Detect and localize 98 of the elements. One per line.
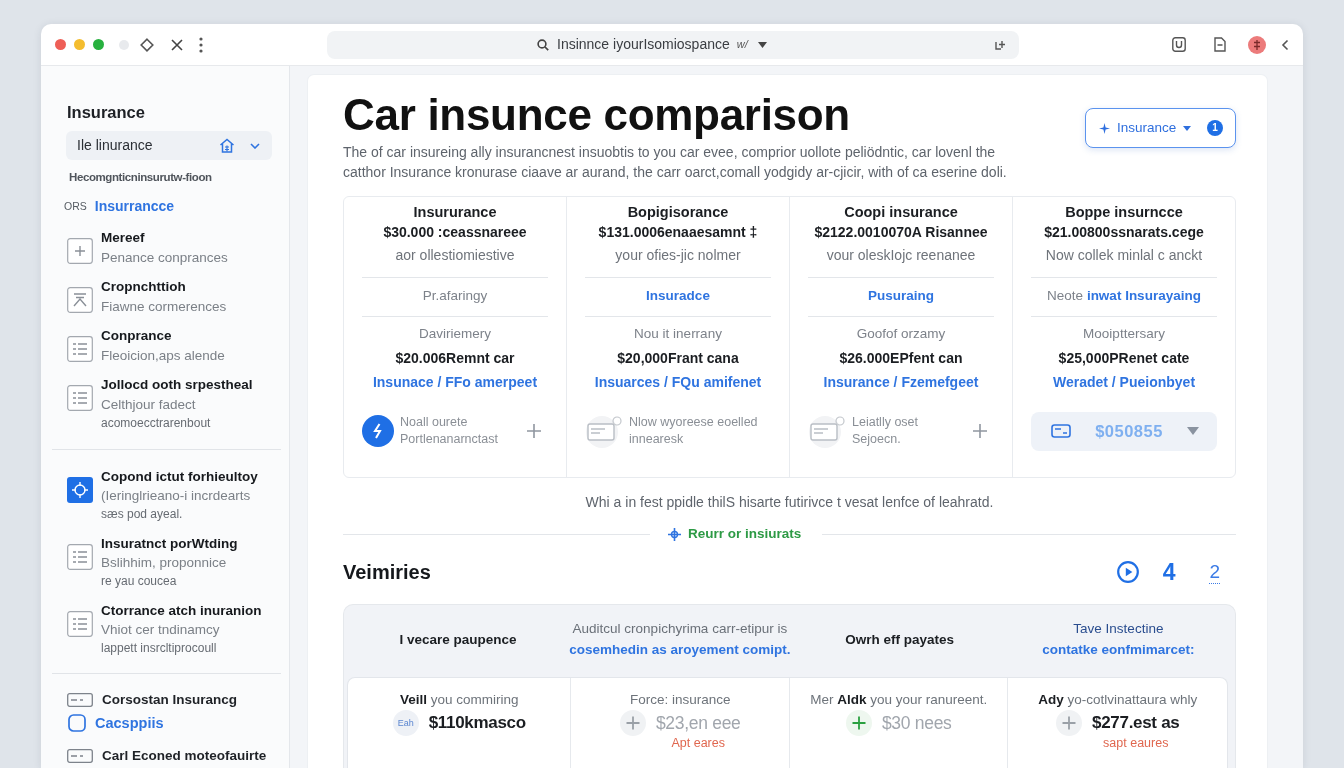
sidebar-item[interactable]: Corsostan Insurancg bbox=[67, 691, 281, 709]
comparison-note: Whi a in fest ppidle thilS hisarte futirivce t vesat lenfce of leahratd. bbox=[584, 493, 995, 512]
plan-label: Nou it inerrany bbox=[633, 325, 723, 343]
cell-caption: Veill you commiring bbox=[398, 691, 520, 709]
plan-subtitle: aor ollestiomiestive bbox=[394, 246, 516, 265]
caret-icon bbox=[1183, 125, 1192, 131]
page-title: Car insunce comparison bbox=[343, 91, 850, 139]
plan-label: Mooipttersary bbox=[1082, 325, 1166, 343]
page-number[interactable]: 2 bbox=[1209, 560, 1220, 584]
count-badge: 1 bbox=[1207, 120, 1223, 136]
add-icon[interactable] bbox=[994, 38, 1006, 51]
cell-price: $30 nees bbox=[881, 712, 952, 735]
chevron-down-icon bbox=[250, 142, 260, 149]
column-caption: Auditcul cronpichyrima carr-etipur is bbox=[571, 620, 789, 638]
cell-caption: Mer Aldk you your ranureent. bbox=[809, 691, 989, 709]
plan-label: Daviriemery bbox=[418, 325, 492, 343]
cell-note: Apt eares bbox=[670, 736, 726, 750]
search-icon bbox=[537, 38, 549, 51]
plan-footer-note: Leiatlly oset Sejoecn. bbox=[852, 414, 918, 448]
plan-amount: $20.006Remnt car bbox=[394, 349, 516, 368]
sidebar-item[interactable]: Carl Econed moteofauirte bbox=[67, 747, 281, 765]
sidebar-item[interactable]: Copond ictut forhieultoy (Ieringlrieano-i incrdearts sæs pod ayeal. bbox=[67, 467, 281, 524]
more-icon[interactable] bbox=[199, 36, 203, 53]
plan-title: Coopi insurance bbox=[843, 203, 959, 222]
cell-price: $277.est as bbox=[1092, 712, 1180, 734]
review-link[interactable]: Reurr or insiurats bbox=[668, 523, 802, 545]
plan-label: Goofof orzamy bbox=[855, 325, 947, 343]
cell-caption: Force: insurance bbox=[628, 691, 732, 709]
column-heading: I vecare paupence bbox=[398, 630, 518, 649]
address-field[interactable]: Insinnce iyourIsomiospance w/ bbox=[327, 30, 1019, 59]
plan-footer-note: Noall ourete Portlenanarnctast bbox=[400, 414, 498, 448]
cell-caption: Ady yo-cotlvinattaura whly bbox=[1037, 691, 1199, 709]
column-link[interactable]: cosemhedin as aroyement comipt. bbox=[569, 639, 791, 660]
insurance-filter-button[interactable]: Insurance 1 bbox=[1085, 108, 1236, 148]
close-icon[interactable] bbox=[171, 38, 183, 51]
sidebar-item[interactable]: Mereef Penance conprances bbox=[67, 228, 281, 267]
column-heading: Owrh eff payates bbox=[844, 630, 956, 649]
sidebar-link[interactable]: Cacsppiis bbox=[68, 714, 281, 732]
section-title: Veimiries bbox=[343, 560, 431, 585]
document-icon[interactable] bbox=[1214, 37, 1226, 52]
card-icon bbox=[67, 693, 93, 707]
sidebar-item[interactable]: Insuratnct porWtding Bslihhim, proponnice re yau coucea bbox=[67, 534, 281, 591]
sidebar-item[interactable]: Jollocd ooth srpestheal Celthjour fadect acomoecctrarenbout bbox=[67, 375, 281, 433]
cell-price: $110kmasco bbox=[428, 712, 526, 734]
play-icon[interactable] bbox=[1116, 561, 1139, 583]
plan-link[interactable]: Insunace / FFo amerpeet bbox=[372, 371, 538, 393]
logo-badge: Eah bbox=[392, 710, 419, 736]
sidebar-item[interactable]: Conprance Fleoicion,aps alende bbox=[67, 326, 281, 365]
page-description: The of car insureing ally insurancnest insuobtis to you car evee, comprior uollote peliödntic, car lovenl the catthor Insurance kronurase ciaave ar aurand, the carr oarct,comall yodgidy ar-cjicir, with of ca eserine doli. bbox=[343, 143, 1008, 182]
plan-link[interactable]: Insuarces / FQu amifenet bbox=[594, 371, 762, 393]
column-heading: Tave Instectine bbox=[1072, 620, 1165, 638]
sparkle-icon bbox=[668, 527, 681, 541]
sidebar-item[interactable]: Cropnchttioh Fiawne cormerences bbox=[67, 277, 281, 316]
close-control-icon[interactable] bbox=[55, 39, 66, 50]
plan-price: $21.00800ssnarats.cege bbox=[1043, 223, 1205, 242]
feature-link[interactable]: Pusuraing bbox=[868, 288, 934, 303]
insurance-select[interactable]: Ile linurance bbox=[66, 131, 272, 160]
plan-footer-note: Nlow wyoreese eoelled innearesk bbox=[629, 414, 758, 448]
house-icon bbox=[219, 138, 235, 153]
section-link[interactable]: Insurrancce bbox=[94, 196, 175, 216]
feature-link[interactable]: Insuradce bbox=[646, 288, 710, 303]
plan-link[interactable]: Weradet / Pueionbyet bbox=[1052, 371, 1196, 393]
sparkle-icon bbox=[1099, 122, 1110, 134]
plan-link[interactable]: Insurance / Fzemefgeet bbox=[823, 371, 979, 393]
card-icon bbox=[67, 749, 93, 763]
plan-subtitle: your ofies-jic nolmer bbox=[614, 246, 742, 265]
plan-title: Bopigisorance bbox=[626, 203, 730, 222]
plan-price: $2122.0010070A Risannee bbox=[813, 223, 989, 242]
add-icon[interactable] bbox=[845, 710, 872, 736]
plan-title: Insururance bbox=[412, 203, 498, 222]
caret-icon bbox=[1187, 427, 1199, 435]
plan-title: Boppe insurncce bbox=[1064, 203, 1184, 222]
feature-label: Neote bbox=[1047, 288, 1084, 303]
column-link[interactable]: contatke eonfmimarcet: bbox=[1008, 639, 1228, 660]
plan-price: $131.0006enaaesamnt ‡ bbox=[597, 223, 759, 242]
plan-amount: $26.000EPfent can bbox=[838, 349, 964, 368]
pocket-icon[interactable] bbox=[1172, 37, 1186, 52]
maximize-control-icon[interactable] bbox=[93, 39, 104, 50]
plan-amount: $20,000Frant cana bbox=[616, 349, 740, 368]
cell-note: sapt eaures bbox=[1102, 736, 1170, 750]
section-tag: ORS bbox=[64, 196, 87, 216]
caret-icon bbox=[757, 41, 767, 48]
diamond-icon[interactable] bbox=[140, 37, 154, 52]
sidebar-title: Insurance bbox=[67, 102, 146, 123]
feature-label: Pr.afaringy bbox=[422, 288, 488, 303]
avatar-icon[interactable] bbox=[1248, 35, 1266, 54]
feature-link[interactable]: inwat Insurayaing bbox=[1086, 288, 1201, 303]
cell-price: $23,en eee bbox=[655, 712, 741, 735]
wallet-icon bbox=[1051, 424, 1071, 438]
plan-subtitle: vour oleskIojc reenanee bbox=[825, 246, 977, 265]
sidebar-item[interactable]: Ctorrance atch inuranion Vhiot cer tndinamcy lappett insrcltiprocoull bbox=[67, 601, 281, 658]
plan-subtitle: Now collek minlal c anckt bbox=[1044, 246, 1204, 265]
rounded-square-icon bbox=[68, 714, 86, 732]
chevron-left-icon[interactable] bbox=[1281, 38, 1289, 51]
page-number[interactable]: 4 bbox=[1162, 558, 1176, 586]
plan-price: $30.000 :ceassnareee bbox=[382, 223, 528, 242]
plan-amount: $25,000PRenet cate bbox=[1057, 349, 1191, 368]
sidebar-caption: Hecomgnticninsurutw-fioon bbox=[69, 170, 213, 185]
